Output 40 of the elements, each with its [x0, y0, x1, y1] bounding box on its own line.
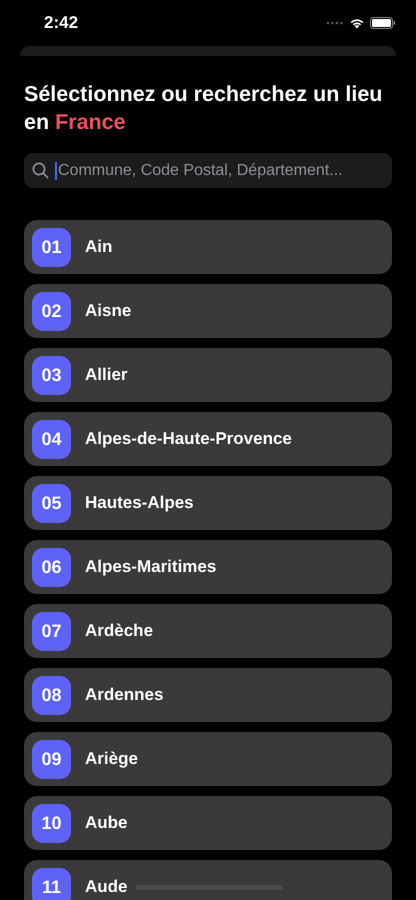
department-code: 08 — [32, 676, 71, 714]
department-code: 10 — [32, 804, 71, 842]
department-code: 03 — [32, 356, 71, 394]
department-name: Aisne — [85, 301, 132, 321]
department-row[interactable]: 02 Aisne — [24, 284, 392, 338]
department-row[interactable]: 08 Ardennes — [24, 668, 392, 722]
department-row[interactable]: 07 Ardèche — [24, 604, 392, 658]
signal-icon — [326, 21, 344, 25]
department-row[interactable]: 10 Aube — [24, 796, 392, 850]
department-name: Ain — [85, 237, 112, 257]
department-code: 04 — [32, 420, 71, 458]
department-row[interactable]: 03 Allier — [24, 348, 392, 402]
department-row[interactable]: 01 Ain — [24, 220, 392, 274]
department-code: 07 — [32, 612, 71, 650]
department-name: Aube — [85, 813, 128, 833]
search-icon — [32, 162, 49, 179]
status-time: 2:42 — [44, 13, 80, 33]
battery-icon — [370, 17, 396, 29]
search-field[interactable]: Commune, Code Postal, Département... — [24, 153, 392, 188]
department-row[interactable]: 06 Alpes-Maritimes — [24, 540, 392, 594]
department-name: Alpes-Maritimes — [85, 557, 216, 577]
department-name: Ariège — [85, 749, 138, 769]
department-name: Alpes-de-Haute-Provence — [85, 429, 292, 449]
department-row[interactable]: 11 Aude — [24, 860, 392, 900]
department-code: 06 — [32, 548, 71, 586]
department-code: 01 — [32, 228, 71, 266]
department-row[interactable]: 05 Hautes-Alpes — [24, 476, 392, 530]
department-name: Hautes-Alpes — [85, 493, 194, 513]
department-row[interactable]: 09 Ariège — [24, 732, 392, 786]
department-name: Ardèche — [85, 621, 154, 641]
department-code: 09 — [32, 740, 71, 778]
wifi-icon — [349, 17, 365, 29]
department-name: Allier — [85, 365, 128, 385]
department-code: 05 — [32, 484, 71, 522]
page-title: Sélectionnez ou recherchez un lieu en France — [24, 81, 384, 136]
department-row[interactable]: 04 Alpes-de-Haute-Provence — [24, 412, 392, 466]
department-name: Aude — [85, 877, 128, 897]
department-code: 02 — [32, 292, 71, 330]
department-code: 11 — [32, 868, 71, 900]
department-name: Ardennes — [85, 685, 164, 705]
